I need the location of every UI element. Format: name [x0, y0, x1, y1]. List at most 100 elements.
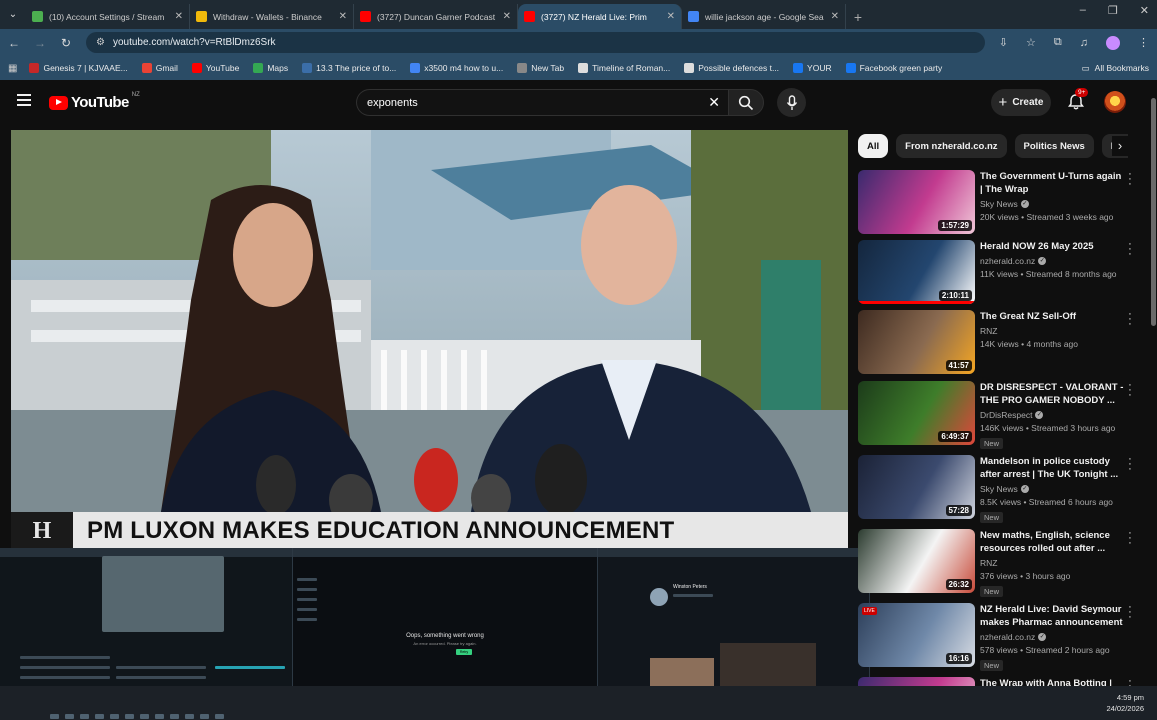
- recommended-video[interactable]: 2:10:11 Herald NOW 26 May 2025 nzherald.co…: [858, 239, 1140, 306]
- maximize-icon[interactable]: ❐: [1108, 4, 1118, 17]
- video-duration: 41:57: [945, 360, 972, 371]
- bookmark-item[interactable]: Facebook green party: [845, 63, 942, 73]
- video-title[interactable]: Mandelson in police custody after arrest…: [980, 455, 1125, 481]
- system-clock[interactable]: 4:59 pm 24/02/2026: [1106, 692, 1144, 714]
- extensions-icon[interactable]: ⧉: [1054, 36, 1062, 49]
- more-actions-icon[interactable]: ···: [1126, 528, 1134, 549]
- voice-search-button[interactable]: [777, 88, 806, 117]
- video-title[interactable]: New maths, English, science resources ro…: [980, 529, 1125, 555]
- video-title[interactable]: Herald NOW 26 May 2025: [980, 240, 1125, 253]
- more-actions-icon[interactable]: ···: [1126, 309, 1134, 330]
- more-actions-icon[interactable]: ···: [1126, 169, 1134, 190]
- more-actions-icon[interactable]: ···: [1126, 454, 1134, 475]
- filter-chip[interactable]: From nzherald.co.nz: [896, 134, 1007, 158]
- site-info-icon[interactable]: ⚙: [96, 37, 105, 48]
- bookmark-item[interactable]: YOUR: [793, 63, 832, 73]
- video-title[interactable]: The Great NZ Sell-Off: [980, 310, 1125, 323]
- close-window-icon[interactable]: ✕: [1140, 4, 1149, 17]
- channel-name[interactable]: Sky News: [980, 199, 1018, 209]
- retry-button[interactable]: Retry: [456, 649, 472, 655]
- recommended-video[interactable]: LIVE 16:16 NZ Herald Live: David Seymour m…: [858, 602, 1140, 671]
- video-title[interactable]: NZ Herald Live: David Seymour makes Phar…: [980, 603, 1125, 629]
- close-tab-icon[interactable]: ✕: [175, 11, 183, 22]
- video-thumbnail[interactable]: 1:57:29: [858, 170, 975, 234]
- back-icon[interactable]: ←: [8, 36, 20, 50]
- media-icon[interactable]: ♫: [1080, 37, 1088, 49]
- channel-name[interactable]: RNZ: [980, 326, 997, 336]
- more-actions-icon[interactable]: ···: [1126, 239, 1134, 260]
- search-input[interactable]: exponents ✕: [356, 89, 728, 116]
- page-scrollbar[interactable]: [1150, 90, 1157, 685]
- channel-name[interactable]: nzherald.co.nz: [980, 632, 1035, 642]
- new-badge: New: [980, 512, 1004, 523]
- browser-menu-icon[interactable]: ⋮: [1138, 36, 1149, 49]
- minimize-icon[interactable]: –: [1080, 4, 1086, 17]
- video-thumbnail[interactable]: 6:49:37: [858, 381, 975, 445]
- bookmark-star-icon[interactable]: ☆: [1026, 36, 1036, 49]
- more-actions-icon[interactable]: ···: [1126, 380, 1134, 401]
- more-actions-icon[interactable]: ···: [1126, 602, 1134, 623]
- bookmark-item[interactable]: YouTube: [191, 63, 239, 73]
- video-thumbnail[interactable]: 2:10:11: [858, 240, 975, 304]
- apps-grid-icon[interactable]: ▦: [8, 63, 17, 74]
- recommended-video[interactable]: 57:28 Mandelson in police custody after a…: [858, 454, 1140, 523]
- channel-name[interactable]: Sky News: [980, 484, 1018, 494]
- forward-icon[interactable]: →: [34, 36, 46, 50]
- verified-check-icon: ✓: [1038, 633, 1047, 641]
- new-tab-icon[interactable]: +: [846, 4, 870, 29]
- channel-name[interactable]: nzherald.co.nz: [980, 256, 1035, 266]
- close-tab-icon[interactable]: ✕: [831, 11, 839, 22]
- clear-search-icon[interactable]: ✕: [708, 94, 720, 111]
- video-thumbnail[interactable]: 57:28: [858, 455, 975, 519]
- verified-check-icon: ✓: [1020, 485, 1029, 493]
- bookmark-item[interactable]: Gmail: [141, 63, 178, 73]
- account-avatar[interactable]: [1104, 91, 1126, 113]
- lower-third-banner: H PM LUXON MAKES EDUCATION ANNOUNCEMENT: [11, 512, 848, 550]
- create-button[interactable]: + Create: [991, 89, 1051, 116]
- video-info: New maths, English, science resources ro…: [980, 529, 1125, 599]
- recommended-video[interactable]: 26:32 New maths, English, science resourc…: [858, 528, 1140, 597]
- video-thumbnail[interactable]: 41:57: [858, 310, 975, 374]
- bookmark-item[interactable]: Possible defences t...: [684, 63, 779, 73]
- video-thumbnail[interactable]: 26:32: [858, 529, 975, 593]
- hamburger-menu-icon[interactable]: [17, 94, 31, 106]
- bookmark-label: New Tab: [531, 63, 565, 73]
- close-tab-icon[interactable]: ✕: [667, 11, 675, 22]
- video-player[interactable]: H PM LUXON MAKES EDUCATION ANNOUNCEMENT: [11, 130, 848, 550]
- search-button[interactable]: [728, 89, 764, 116]
- browser-tab[interactable]: willie jackson age - Google Sea ✕: [682, 4, 846, 29]
- channel-name[interactable]: DrDisRespect: [980, 410, 1032, 420]
- filter-chip[interactable]: Politics News: [1014, 134, 1094, 158]
- reload-icon[interactable]: ↻: [60, 36, 72, 50]
- browser-tab[interactable]: (3727) NZ Herald Live: Prim ✕: [518, 4, 682, 29]
- tab-favicon-icon: [524, 11, 535, 22]
- browser-tab[interactable]: (3727) Duncan Garner Podcast ✕: [354, 4, 518, 29]
- recommended-video[interactable]: 41:57 The Great NZ Sell-Off RNZ 14K views •…: [858, 309, 1140, 376]
- recommended-video[interactable]: 1:57:29 The Government U-Turns again | Th…: [858, 169, 1140, 236]
- address-bar[interactable]: ⚙ youtube.com/watch?v=RtBlDmz6Srk: [86, 32, 985, 53]
- bookmark-item[interactable]: x3500 m4 how to u...: [410, 63, 503, 73]
- filter-chip[interactable]: All: [858, 134, 889, 158]
- profile-icon[interactable]: [1106, 35, 1120, 50]
- bookmark-item[interactable]: Timeline of Roman...: [578, 63, 670, 73]
- video-headline: PM LUXON MAKES EDUCATION ANNOUNCEMENT: [87, 517, 675, 544]
- video-title[interactable]: The Government U-Turns again | The Wrap: [980, 170, 1125, 196]
- bookmark-item[interactable]: Maps: [253, 63, 288, 73]
- browser-tab[interactable]: Withdraw - Wallets - Binance ✕: [190, 4, 354, 29]
- tab-search-icon[interactable]: ⌄: [0, 0, 26, 29]
- close-tab-icon[interactable]: ✕: [503, 11, 511, 22]
- chips-next-icon[interactable]: ›: [1112, 136, 1128, 156]
- browser-tab[interactable]: (10) Account Settings / Stream ✕: [26, 4, 190, 29]
- bookmark-item[interactable]: Genesis 7 | KJVAAE...: [29, 63, 128, 73]
- video-thumbnail[interactable]: LIVE 16:16: [858, 603, 975, 667]
- all-bookmarks[interactable]: ▭ All Bookmarks: [1073, 56, 1149, 80]
- video-title[interactable]: DR DISRESPECT - VALORANT - THE PRO GAMER…: [980, 381, 1125, 407]
- bookmark-item[interactable]: 13.3 The price of to...: [302, 63, 396, 73]
- bookmark-item[interactable]: New Tab: [517, 63, 564, 73]
- channel-name[interactable]: RNZ: [980, 558, 997, 568]
- video-meta: 20K views • Streamed 3 weeks ago: [980, 212, 1114, 222]
- youtube-logo[interactable]: YouTube NZ: [49, 92, 140, 111]
- recommended-video[interactable]: 6:49:37 DR DISRESPECT - VALORANT - THE PR…: [858, 380, 1140, 449]
- close-tab-icon[interactable]: ✕: [339, 11, 347, 22]
- install-app-icon[interactable]: ⇩: [999, 36, 1008, 49]
